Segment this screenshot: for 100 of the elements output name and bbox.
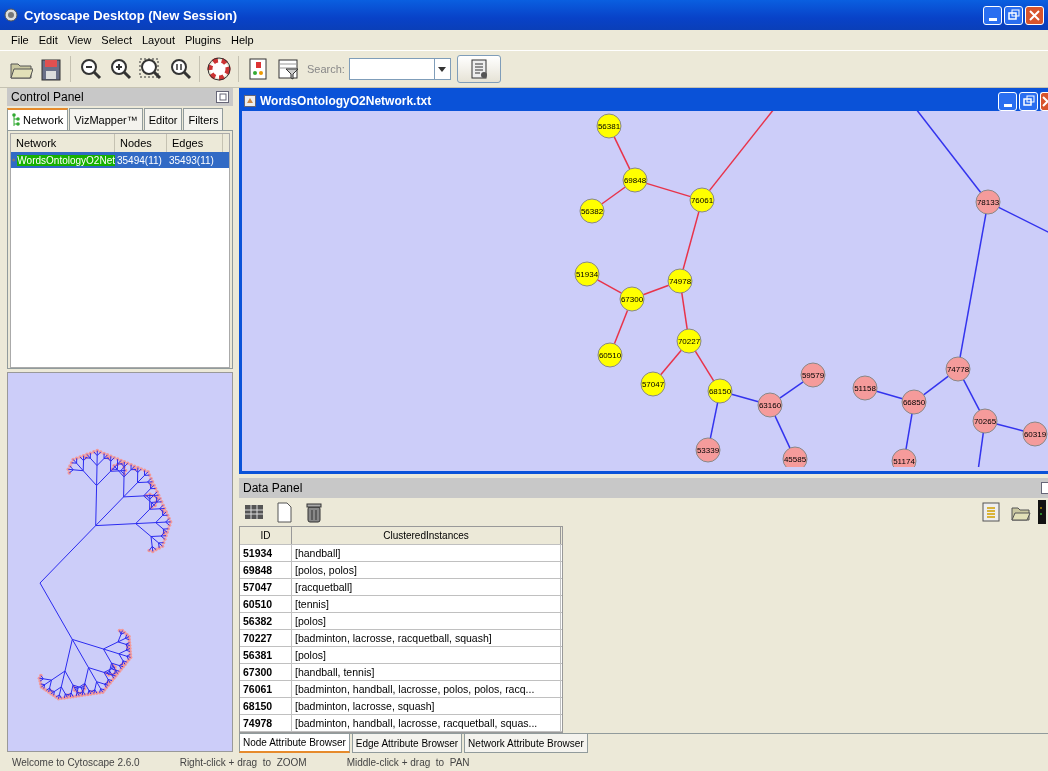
node-label: 57047 [641, 380, 665, 389]
table-cell: [badminton, handball, lacrosse, racquetball, squas... [292, 715, 561, 731]
node[interactable] [619, 286, 645, 312]
node-label: 69848 [623, 176, 647, 185]
node-label: 66850 [902, 398, 926, 407]
table-cell: [polos] [292, 647, 561, 663]
close-button[interactable] [1040, 91, 1048, 111]
node-label: 68150 [708, 387, 732, 396]
table-cell-text: 35494(11) [116, 154, 163, 166]
network-name: WordsOntologyO2Net [17, 154, 115, 166]
browser-tab[interactable]: Network Attribute Browser [464, 734, 588, 753]
status-dot-icon [11, 155, 18, 165]
node-label: 78133 [976, 198, 1000, 207]
edge[interactable] [915, 111, 982, 194]
edge[interactable] [682, 210, 700, 271]
edge[interactable] [962, 378, 981, 412]
menu-item[interactable]: Help [226, 34, 259, 46]
edge[interactable] [905, 413, 913, 450]
node[interactable] [800, 362, 826, 388]
edge[interactable] [779, 381, 804, 399]
zoom-actual-size-icon [168, 57, 192, 81]
node[interactable] [695, 437, 721, 463]
edge[interactable] [709, 402, 719, 439]
close-icon [1041, 93, 1048, 109]
menu-item[interactable]: File [6, 34, 34, 46]
node[interactable] [1022, 421, 1048, 447]
node[interactable] [975, 189, 1001, 215]
minimize-icon [1003, 104, 1012, 107]
float-panel-icon[interactable] [1041, 482, 1048, 494]
node[interactable] [579, 198, 605, 224]
column-header[interactable]: ID [240, 527, 292, 544]
search-field[interactable] [348, 58, 451, 80]
window-title: WordsOntologyO2Network.txt [260, 94, 433, 108]
search-label: Search: [307, 63, 345, 75]
save-button[interactable] [38, 56, 64, 82]
node[interactable] [782, 446, 808, 467]
restore-button[interactable] [1019, 91, 1038, 111]
restore-icon [1006, 7, 1021, 23]
node-label: 67300 [620, 295, 644, 304]
filter-button[interactable] [275, 56, 301, 82]
edge[interactable] [642, 284, 670, 296]
table-cell: 69848 [240, 562, 292, 578]
browser-tab[interactable]: Node Attribute Browser [239, 734, 350, 753]
help-button[interactable] [206, 56, 232, 82]
menu-item[interactable]: View [62, 34, 97, 46]
node[interactable] [707, 378, 733, 404]
panel-tab[interactable]: Filters [183, 108, 224, 130]
node[interactable] [574, 261, 600, 287]
node-label: 56381 [597, 122, 621, 131]
edge[interactable] [959, 213, 987, 358]
search-options-button[interactable] [456, 55, 501, 83]
app-icon [4, 8, 18, 22]
node[interactable] [597, 342, 623, 368]
edge[interactable] [681, 292, 688, 330]
node[interactable] [622, 167, 648, 193]
zoom-in-icon [108, 57, 132, 81]
heatmap-button[interactable] [1038, 499, 1046, 525]
node-label: 51174 [893, 457, 915, 466]
node-label: 74778 [946, 365, 970, 374]
panel-title: Control Panel [11, 90, 84, 104]
edge[interactable] [659, 349, 683, 376]
node[interactable] [972, 408, 998, 434]
browser-tab[interactable]: Edge Attribute Browser [351, 734, 463, 753]
minimize-button[interactable] [998, 91, 1017, 111]
node[interactable] [901, 389, 927, 415]
panel-tab[interactable]: VizMapper™ [69, 108, 143, 130]
close-button[interactable] [1025, 5, 1044, 25]
panel-tab[interactable]: Editor [143, 108, 183, 130]
edge[interactable] [922, 375, 950, 396]
edge[interactable] [730, 393, 760, 403]
edge[interactable] [977, 432, 985, 467]
column-header[interactable]: ClusteredInstances [292, 527, 561, 544]
node[interactable] [945, 356, 971, 382]
node[interactable] [689, 187, 715, 213]
table-cell: [polos, polos] [292, 562, 561, 578]
filter-icon [276, 57, 300, 81]
node[interactable] [852, 375, 878, 401]
edge[interactable] [774, 415, 791, 449]
menu-item[interactable]: Edit [33, 34, 63, 46]
node[interactable] [757, 392, 783, 418]
zoom-selected-button[interactable] [137, 56, 163, 82]
node[interactable] [891, 448, 917, 467]
edge[interactable] [995, 423, 1025, 432]
menu-item[interactable]: Layout [136, 34, 180, 46]
node-label: 60510 [598, 351, 622, 360]
node[interactable] [596, 113, 622, 139]
panel-tab[interactable]: Network [7, 108, 69, 130]
table-cell: 51934 [240, 545, 292, 561]
save-icon [39, 57, 63, 81]
menu-item[interactable]: Plugins [179, 34, 227, 46]
edge[interactable] [875, 390, 904, 400]
menu-item[interactable]: Select [96, 34, 137, 46]
restore-button[interactable] [1004, 5, 1023, 25]
float-panel-icon[interactable] [216, 91, 229, 103]
node[interactable] [667, 268, 693, 294]
table-row[interactable]: WordsOntologyO2Net 35494(11) 35493(11) [11, 152, 229, 168]
minimize-button[interactable] [983, 5, 1002, 25]
node[interactable] [676, 328, 702, 354]
node[interactable] [640, 371, 666, 397]
zoom-out-icon [78, 57, 102, 81]
